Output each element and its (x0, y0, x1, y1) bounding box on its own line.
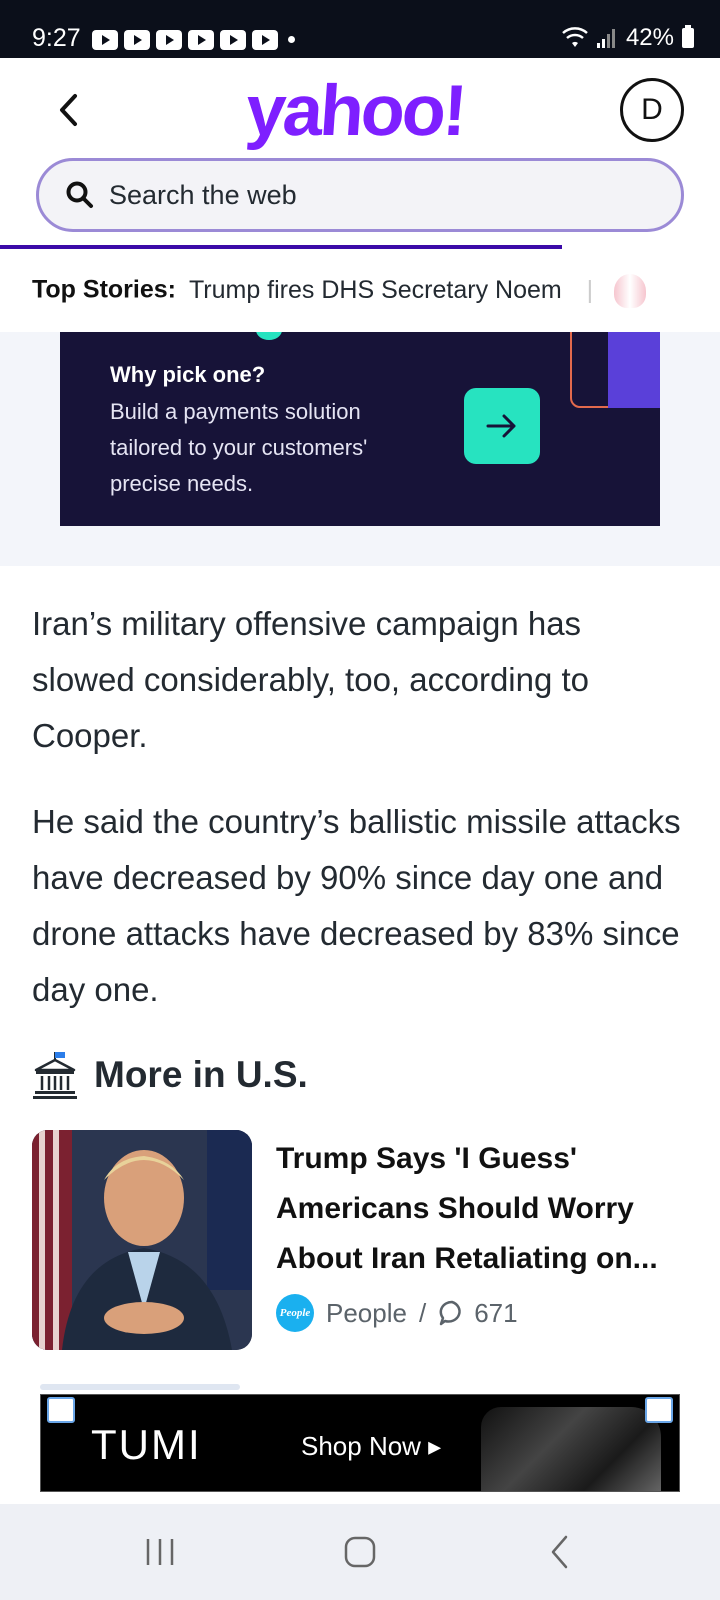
story-thumbnail[interactable] (32, 1130, 252, 1350)
page-load-progress (0, 245, 720, 249)
search-bar[interactable] (36, 158, 684, 232)
top-story-thumbnail[interactable] (614, 274, 647, 308)
back-icon (551, 1535, 568, 1569)
recent-apps-button[interactable] (120, 1522, 200, 1582)
play-icon (188, 30, 214, 50)
ad-brand: TUMI (91, 1421, 202, 1468)
more-section-header: More in U.S. (32, 1050, 308, 1100)
battery-icon (682, 25, 694, 48)
payments-ad[interactable]: Why pick one? Build a payments solution … (60, 332, 660, 526)
adchoices-icon[interactable] (47, 1397, 75, 1423)
yahoo-logo[interactable]: yahoo! (243, 70, 467, 152)
story-photo (32, 1130, 252, 1350)
home-button[interactable] (320, 1522, 400, 1582)
system-nav-bar (0, 1504, 720, 1600)
article-body: Iran’s military offensive campaign has s… (32, 596, 692, 1048)
status-right: 42% (562, 24, 694, 52)
play-icon (220, 30, 246, 50)
back-chevron-icon (60, 94, 77, 126)
signal-icon (596, 29, 615, 48)
header: yahoo! D Top Stories: Trump fires DHS Se… (0, 58, 720, 332)
story-source[interactable]: People (326, 1298, 407, 1329)
shop-now-button[interactable]: Shop Now ▸ (301, 1431, 441, 1462)
status-bar: 9:27 42% (0, 0, 720, 58)
government-building-icon (33, 1052, 77, 1099)
top-stories-label: Top Stories: (32, 275, 176, 304)
progress-fill (0, 245, 562, 249)
adchoices-icon[interactable] (645, 1397, 673, 1423)
search-icon (66, 181, 93, 208)
next-story-peek (40, 1384, 240, 1390)
story-headline[interactable]: Trump Says 'I Guess' Americans Should Wo… (276, 1134, 688, 1284)
play-icon (252, 30, 278, 50)
status-time: 9:27 (32, 24, 81, 52)
people-logo: People (276, 1294, 314, 1332)
top-stories-ticker[interactable]: Top Stories: Trump fires DHS Secretary N… (32, 274, 720, 314)
comment-icon (439, 1300, 461, 1326)
ad-title: Why pick one? (110, 362, 266, 387)
ad-arrow-button[interactable] (464, 388, 540, 464)
ad-container: Why pick one? Build a payments solution … (0, 332, 720, 566)
notification-icons (92, 30, 278, 50)
back-button[interactable] (48, 88, 88, 132)
search-input[interactable] (109, 179, 609, 211)
ad-decoration (256, 332, 282, 340)
tumi-banner-ad[interactable]: TUMI Shop Now ▸ (40, 1394, 680, 1492)
meta-separator: / (418, 1297, 427, 1328)
comment-count[interactable]: 671 (474, 1298, 517, 1329)
section-title: More in U.S. (94, 1054, 308, 1095)
story-meta: People People / 671 (276, 1294, 518, 1332)
wifi-icon (562, 27, 588, 47)
play-icon (156, 30, 182, 50)
top-story-link[interactable]: Trump fires DHS Secretary Noem (189, 276, 562, 304)
play-icon (124, 30, 150, 50)
ticker-separator: | (586, 275, 594, 304)
battery-percent: 42% (625, 24, 674, 51)
arrow-right-icon (486, 414, 516, 438)
ad-decoration (608, 332, 660, 408)
article-paragraph: Iran’s military offensive campaign has s… (32, 605, 590, 754)
more-notifications-dot (288, 36, 295, 43)
play-icon (92, 30, 118, 50)
story-card[interactable]: Trump Says 'I Guess' Americans Should Wo… (32, 1130, 688, 1350)
home-icon (344, 1536, 376, 1568)
system-back-button[interactable] (520, 1522, 600, 1582)
avatar[interactable]: D (620, 78, 684, 142)
ad-body: Build a payments solution tailored to yo… (110, 399, 368, 496)
recent-apps-icon (146, 1539, 174, 1565)
product-image (481, 1407, 661, 1491)
article-paragraph: He said the country’s ballistic missile … (32, 803, 681, 1008)
